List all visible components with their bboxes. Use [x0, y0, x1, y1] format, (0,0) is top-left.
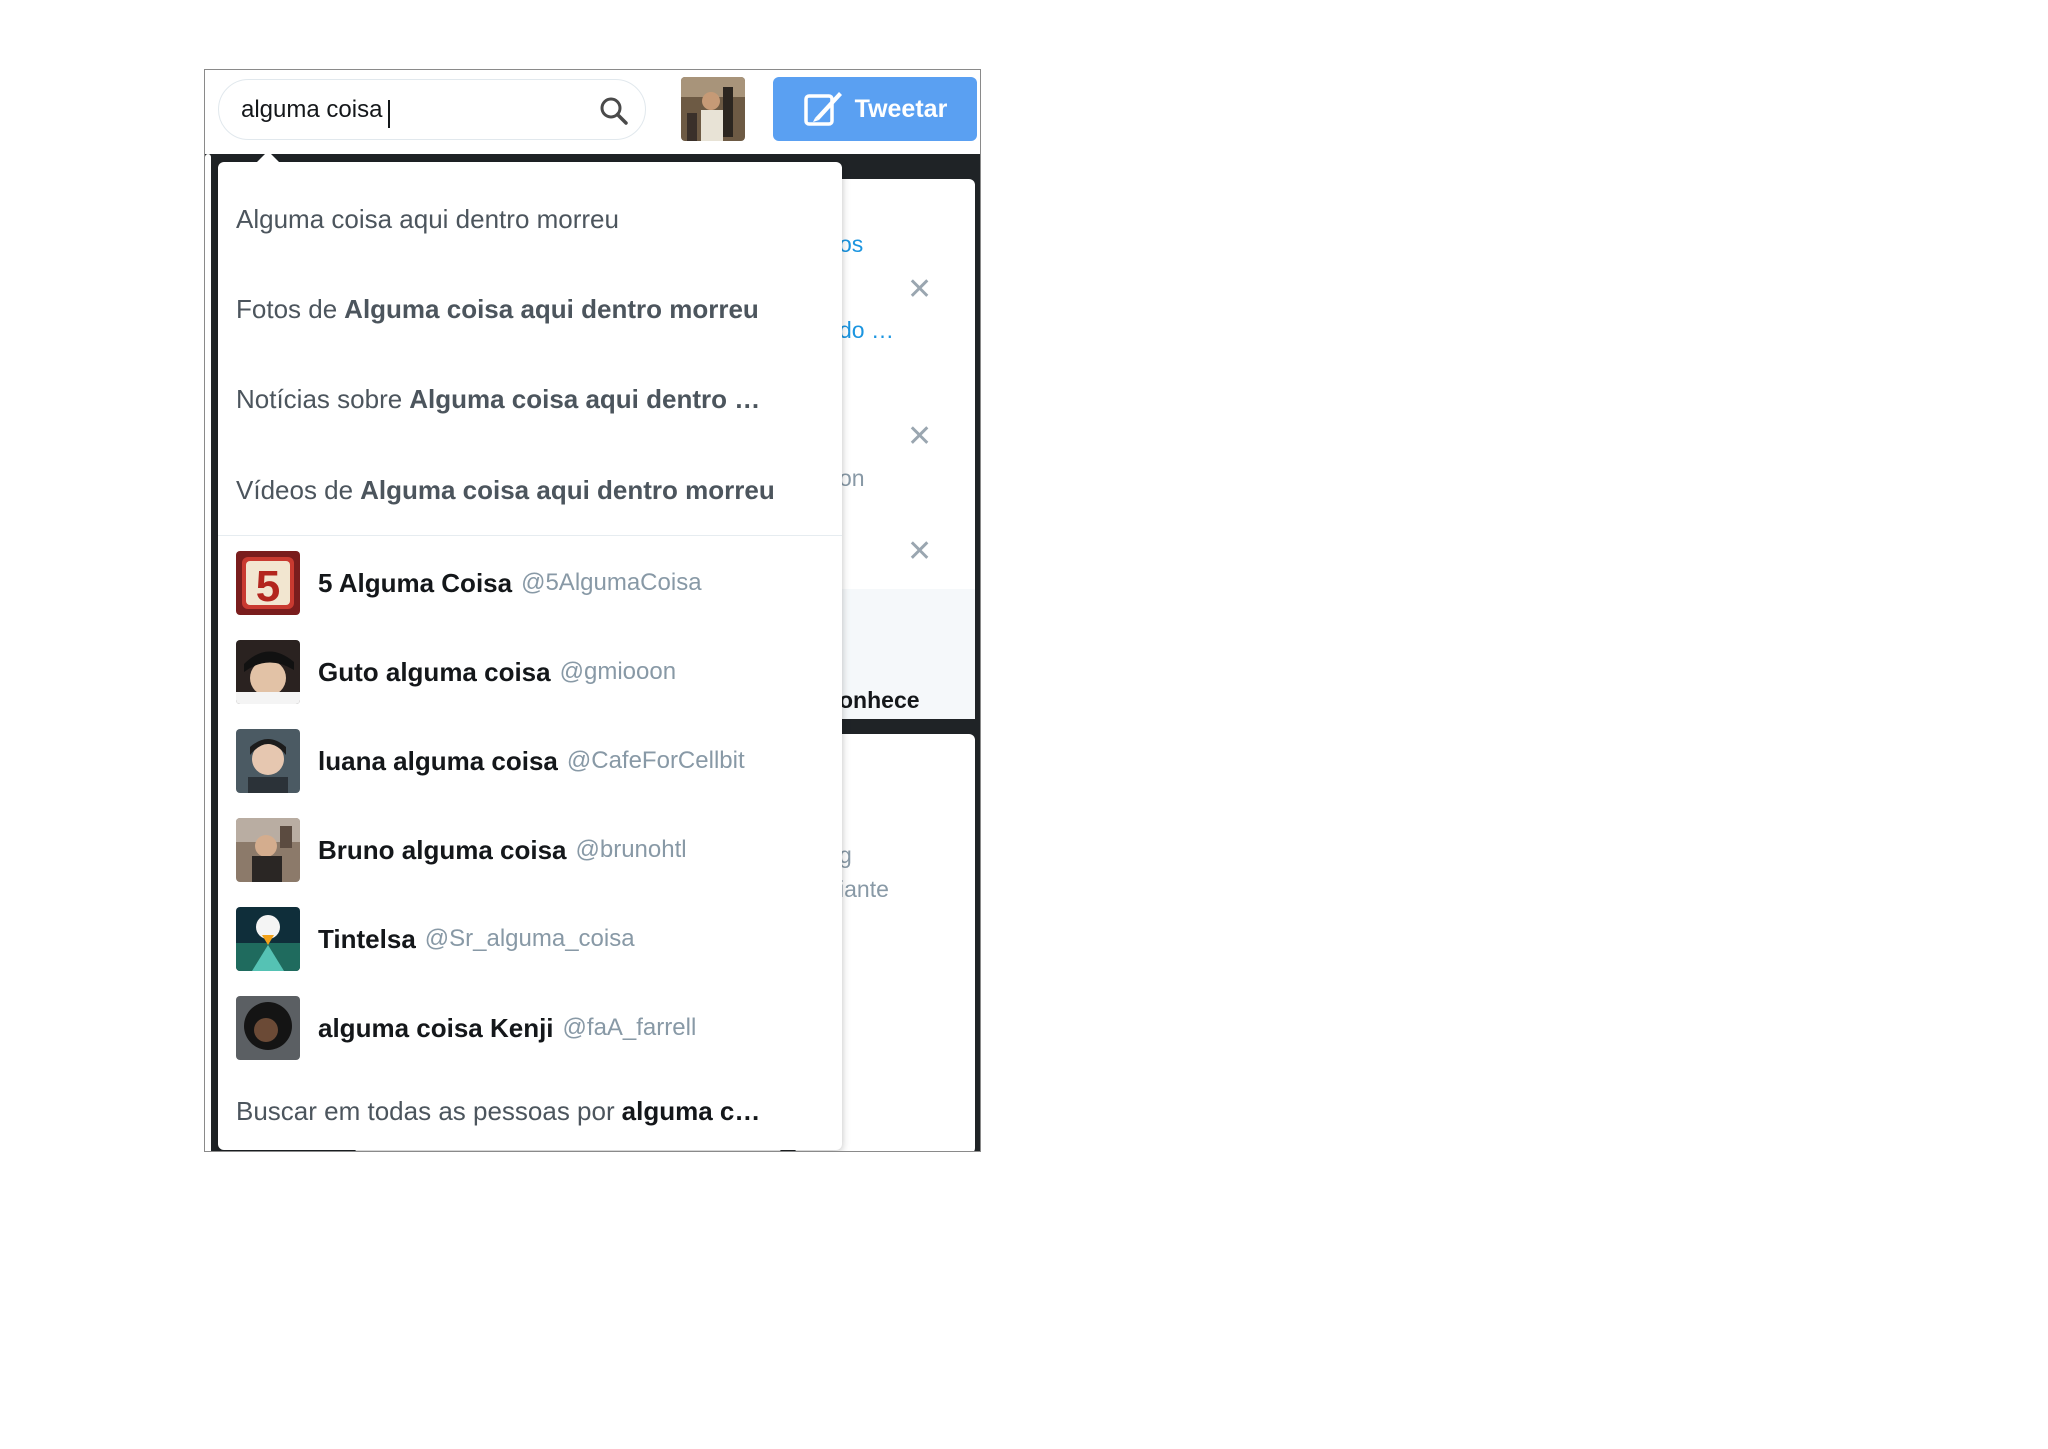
user-avatar[interactable]	[681, 77, 745, 141]
account-suggestion[interactable]: luana alguma coisa @CafeForCellbit	[218, 721, 842, 801]
account-name: Tintelsa	[318, 923, 416, 954]
suggestion-fragment: on	[839, 465, 865, 491]
close-icon[interactable]: ✕	[907, 419, 932, 454]
account-suggestion[interactable]: Tintelsa @Sr_alguma_coisa	[218, 899, 842, 979]
suggestion-bold: Alguma coisa aqui dentro morreu	[344, 293, 759, 324]
search-all-people[interactable]: Buscar em todas as pessoas por alguma c…	[218, 1086, 842, 1136]
divider	[218, 535, 842, 536]
account-handle: @brunohtl	[575, 836, 687, 863]
suggestion-photos[interactable]: Fotos de Alguma coisa aqui dentro morreu	[218, 271, 842, 347]
avatar	[236, 907, 300, 971]
suggestion-bold: Alguma coisa aqui dentro …	[409, 383, 761, 414]
close-icon[interactable]: ✕	[907, 534, 932, 569]
account-suggestion[interactable]: 5 5 Alguma Coisa @5AlgumaCoisa	[218, 543, 842, 623]
avatar	[236, 996, 300, 1060]
account-name: luana alguma coisa	[318, 745, 558, 776]
footer-fragment: iante	[839, 876, 889, 902]
top-bar: Tweetar	[205, 70, 980, 154]
account-name: alguma coisa Kenji	[318, 1012, 554, 1043]
suggestion-videos[interactable]: Vídeos de Alguma coisa aqui dentro morre…	[218, 452, 842, 528]
avatar	[236, 729, 300, 793]
search-suggestions-dropdown: Alguma coisa aqui dentro morreu Fotos de…	[218, 151, 842, 1150]
account-suggestion[interactable]: Bruno alguma coisa @brunohtl	[218, 810, 842, 890]
who-to-follow-link[interactable]: os	[839, 231, 863, 258]
trend-link[interactable]: do …	[839, 317, 894, 344]
account-name: 5 Alguma Coisa	[318, 567, 513, 598]
account-name: Bruno alguma coisa	[318, 834, 567, 865]
suggestion-news[interactable]: Notícias sobre Alguma coisa aqui dentro …	[218, 361, 842, 437]
suggestion-prefix: Fotos de	[236, 293, 338, 324]
dropdown-arrow	[256, 151, 280, 163]
svg-text:5: 5	[256, 562, 280, 611]
search-box[interactable]	[218, 79, 646, 140]
avatar: 5	[236, 551, 300, 615]
tweet-button[interactable]: Tweetar	[773, 77, 977, 141]
suggestion-prefix: Notícias sobre	[236, 383, 403, 414]
account-handle: @gmiooon	[559, 658, 677, 685]
tweet-button-label: Tweetar	[854, 94, 948, 123]
account-suggestion[interactable]: Guto alguma coisa @gmiooon	[218, 632, 842, 712]
account-handle: @faA_farrell	[562, 1014, 697, 1041]
browser-viewport: os do … ✕ on ✕ ✕ onhece g iante alguma c…	[204, 69, 981, 1152]
search-all-prefix: Buscar em todas as pessoas por	[236, 1095, 615, 1126]
suggestion-text: Alguma coisa aqui dentro morreu	[236, 203, 619, 234]
avatar	[236, 818, 300, 882]
account-handle: @CafeForCellbit	[566, 747, 745, 774]
compose-quill-icon	[803, 92, 842, 126]
suggestion-bold: Alguma coisa aqui dentro morreu	[360, 474, 775, 505]
search-icon[interactable]	[599, 96, 629, 126]
find-people-text: onhece	[839, 687, 920, 713]
text-caret	[388, 100, 390, 128]
left-column	[205, 154, 211, 1151]
search-input[interactable]	[241, 92, 571, 128]
suggestion-prefix: Vídeos de	[236, 474, 354, 505]
avatar	[236, 640, 300, 704]
account-suggestion[interactable]: alguma coisa Kenji @faA_farrell	[218, 988, 842, 1068]
account-name: Guto alguma coisa	[318, 656, 551, 687]
close-icon[interactable]: ✕	[907, 272, 932, 307]
search-all-bold: alguma c…	[621, 1095, 761, 1126]
suggestion-query[interactable]: Alguma coisa aqui dentro morreu	[218, 181, 842, 257]
account-handle: @Sr_alguma_coisa	[424, 925, 635, 952]
account-handle: @5AlgumaCoisa	[521, 569, 702, 596]
